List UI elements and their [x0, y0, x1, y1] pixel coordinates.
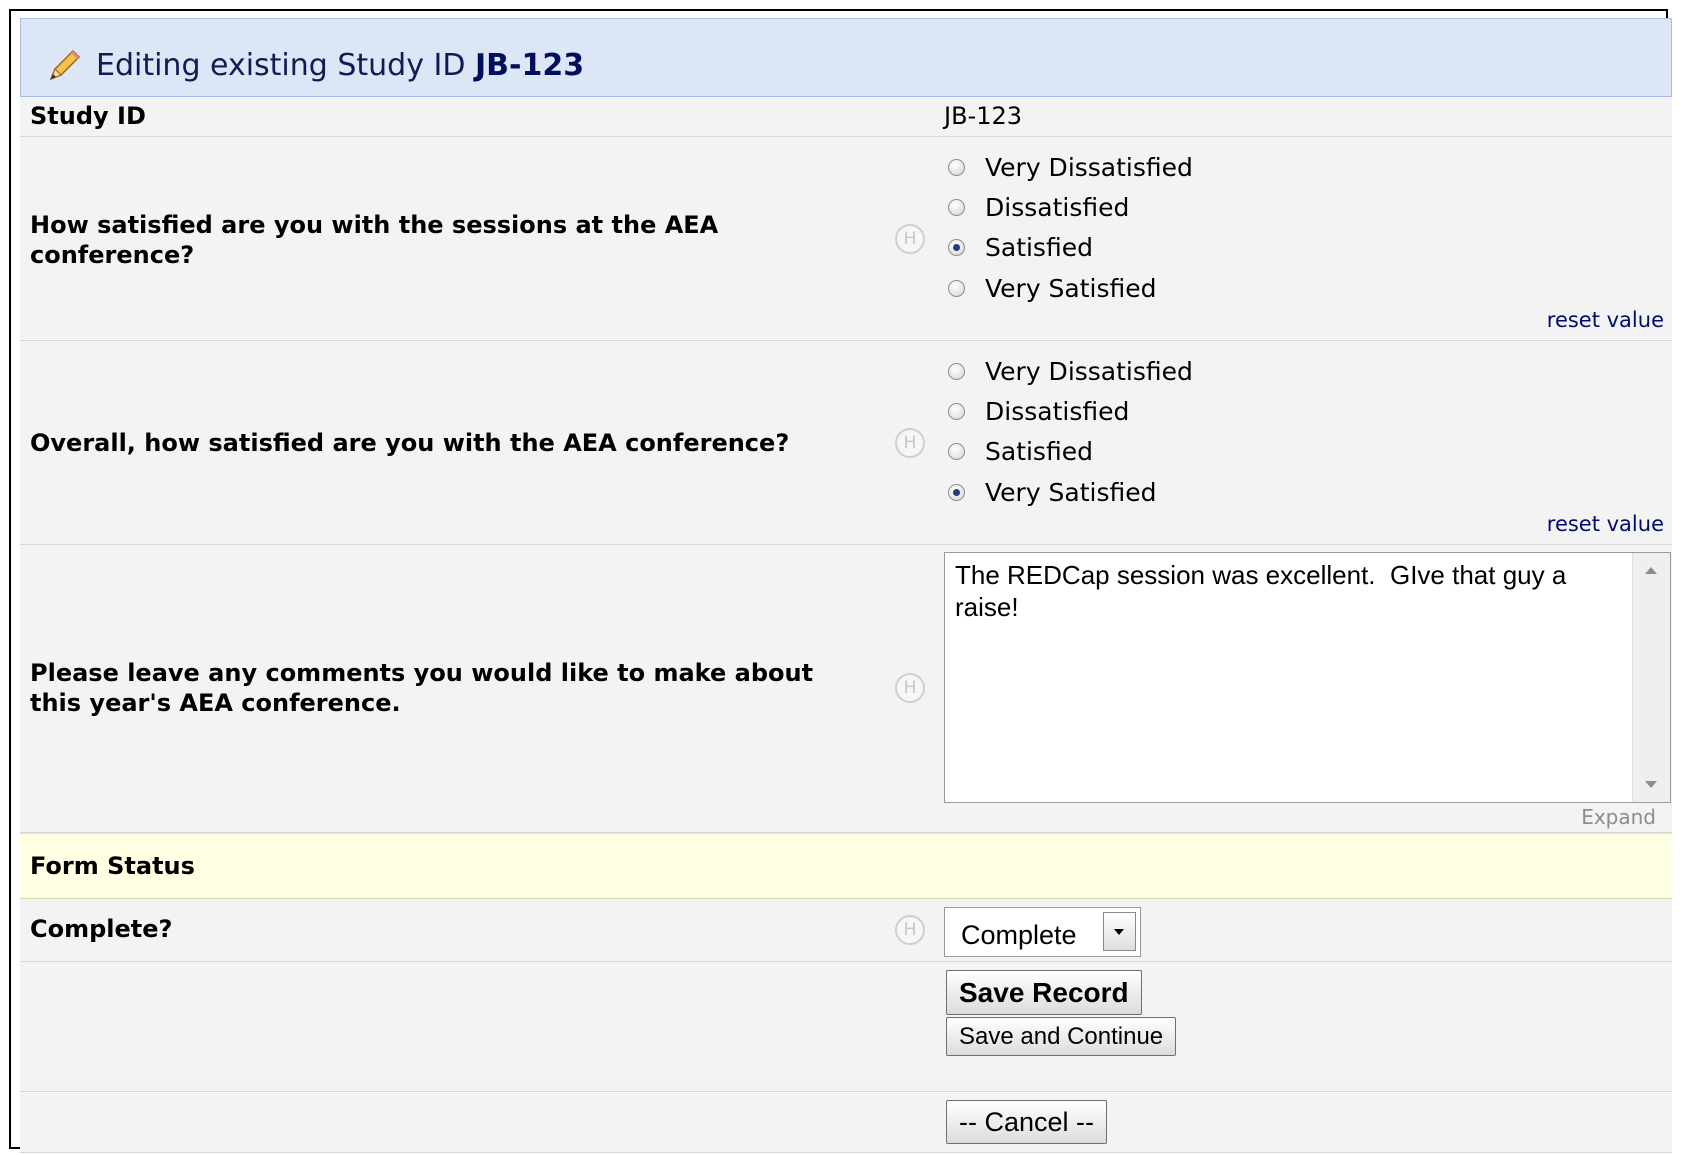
radio-button[interactable] [948, 362, 965, 380]
study-id-label: Study ID [30, 102, 146, 130]
data-entry-form: Editing existing Study ID JB-123 Study I… [20, 18, 1672, 1153]
cancel-row: -- Cancel -- [20, 1092, 1672, 1153]
complete-label: Complete? [30, 915, 173, 943]
complete-row: Complete? H Complete [20, 899, 1672, 962]
pencil-icon [49, 49, 81, 81]
cancel-button[interactable]: -- Cancel -- [946, 1100, 1108, 1144]
option-label: Very Dissatisfied [985, 356, 1193, 386]
help-icon[interactable]: H [895, 915, 925, 945]
form-status-label: Form Status [30, 852, 195, 880]
overall-option-very-dissatisfied[interactable]: Very Dissatisfied [948, 353, 1193, 389]
reset-value-link[interactable]: reset value [1547, 512, 1664, 536]
comments-textarea[interactable]: The REDCap session was excellent. GIve t… [944, 552, 1671, 803]
option-label: Very Dissatisfied [985, 152, 1193, 182]
radio-button[interactable] [948, 442, 965, 460]
option-label: Satisfied [985, 436, 1093, 466]
question-overall-label: Overall, how satisfied are you with the … [30, 429, 790, 457]
option-label: Very Satisfied [985, 477, 1157, 507]
radio-button[interactable] [948, 279, 965, 297]
option-label: Dissatisfied [985, 396, 1130, 426]
help-icon[interactable]: H [895, 673, 925, 703]
option-label: Very Satisfied [985, 273, 1157, 303]
option-label: Satisfied [985, 232, 1093, 262]
radio-button[interactable] [948, 402, 965, 420]
option-label: Dissatisfied [985, 192, 1130, 222]
radio-button[interactable] [948, 198, 965, 216]
question-sessions-label: How satisfied are you with the sessions … [30, 211, 719, 269]
form-status-section-header: Form Status [20, 833, 1672, 899]
study-id-value: JB-123 [944, 102, 1023, 130]
save-record-button[interactable]: Save Record [946, 970, 1142, 1015]
scroll-down-arrow-icon[interactable] [1645, 781, 1657, 788]
chevron-down-icon[interactable] [1103, 912, 1136, 951]
study-id-row: Study ID JB-123 [20, 97, 1672, 137]
overall-option-very-satisfied[interactable]: Very Satisfied [948, 474, 1157, 510]
radio-button-selected[interactable] [948, 483, 965, 501]
help-icon[interactable]: H [895, 428, 925, 458]
sessions-option-very-dissatisfied[interactable]: Very Dissatisfied [948, 149, 1193, 185]
question-overall-row: Overall, how satisfied are you with the … [20, 341, 1672, 545]
complete-select[interactable]: Complete [944, 907, 1141, 957]
radio-button-selected[interactable] [948, 238, 965, 256]
comments-text: The REDCap session was excellent. GIve t… [955, 560, 1574, 622]
overall-option-dissatisfied[interactable]: Dissatisfied [948, 393, 1129, 429]
question-sessions-row: How satisfied are you with the sessions … [20, 137, 1672, 341]
form-title: Editing existing Study ID JB-123 [96, 48, 584, 83]
title-prefix: Editing existing Study ID [96, 48, 466, 83]
sessions-option-very-satisfied[interactable]: Very Satisfied [948, 270, 1157, 306]
comments-label: Please leave any comments you would like… [30, 659, 814, 717]
comments-row: Please leave any comments you would like… [20, 545, 1672, 833]
expand-link[interactable]: Expand [1581, 805, 1656, 829]
save-continue-button[interactable]: Save and Continue [946, 1017, 1177, 1056]
complete-select-value: Complete [961, 920, 1077, 950]
title-record-id: JB-123 [475, 48, 585, 83]
save-buttons-row: Save Record Save and Continue [20, 962, 1672, 1092]
sessions-option-satisfied[interactable]: Satisfied [948, 229, 1093, 265]
scroll-up-arrow-icon[interactable] [1645, 567, 1657, 574]
form-frame: Editing existing Study ID JB-123 Study I… [9, 9, 1672, 1153]
radio-button[interactable] [948, 158, 965, 176]
help-icon[interactable]: H [895, 224, 925, 254]
overall-option-satisfied[interactable]: Satisfied [948, 433, 1093, 469]
sessions-option-dissatisfied[interactable]: Dissatisfied [948, 189, 1129, 225]
reset-value-link[interactable]: reset value [1547, 308, 1664, 332]
form-header: Editing existing Study ID JB-123 [20, 18, 1672, 97]
textarea-scrollbar[interactable] [1632, 553, 1670, 802]
